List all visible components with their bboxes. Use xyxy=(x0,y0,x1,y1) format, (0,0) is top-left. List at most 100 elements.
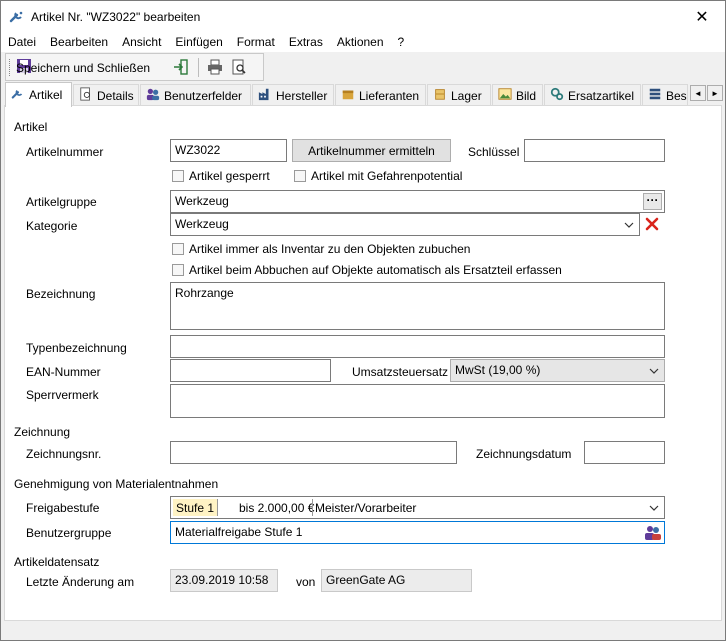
menu-ansicht[interactable]: Ansicht xyxy=(115,32,168,52)
section-zeichnung: Zeichnung xyxy=(14,425,71,439)
checkbox-ersatzteil[interactable]: Artikel beim Abbuchen auf Objekte automa… xyxy=(172,263,562,277)
users-icon xyxy=(146,87,160,104)
kategorie-dropdown[interactable]: Werkzeug xyxy=(170,213,640,236)
checkbox-box[interactable] xyxy=(172,264,184,276)
menu-help[interactable]: ? xyxy=(391,32,412,52)
benutzergruppe-input[interactable]: Materialfreigabe Stufe 1 xyxy=(170,521,665,544)
delete-kategorie-icon[interactable] xyxy=(645,217,659,231)
checkbox-gefahrenpotential[interactable]: Artikel mit Gefahrenpotential xyxy=(294,169,462,183)
zeichnungsdatum-value: . . xyxy=(609,459,625,463)
tab-lager-label: Lager xyxy=(451,88,482,103)
checkbox-artikel-gesperrt-label: Artikel gesperrt xyxy=(189,169,270,183)
label-bezeichnung: Bezeichnung xyxy=(26,287,96,301)
freigabestufe-dropdown[interactable]: Stufe 1 bis 2.000,00 € Meister/Vorarbeit… xyxy=(170,496,665,519)
printer-icon[interactable] xyxy=(206,58,224,76)
exit-door-icon[interactable] xyxy=(172,58,190,76)
toolbar: Speichern und Schließen xyxy=(5,53,264,81)
wrench-app-icon xyxy=(9,9,25,25)
umsatzsteuersatz-value: MwSt (19,00 %) xyxy=(455,363,541,377)
tab-details[interactable]: Details xyxy=(73,84,139,106)
menu-bearbeiten[interactable]: Bearbeiten xyxy=(43,32,115,52)
tab-benutzerfelder[interactable]: Benutzerfelder xyxy=(140,84,251,106)
factory-icon xyxy=(258,87,272,104)
checkbox-inventar-label: Artikel immer als Inventar zu den Objekt… xyxy=(189,242,471,256)
close-window-button[interactable]: ✕ xyxy=(679,1,725,32)
checkbox-box[interactable] xyxy=(172,170,184,182)
tab-bild[interactable]: Bild xyxy=(492,84,543,106)
checkbox-artikel-gesperrt[interactable]: Artikel gesperrt xyxy=(172,169,270,183)
checkbox-box[interactable] xyxy=(294,170,306,182)
tab-ersatzartikel[interactable]: Ersatzartikel xyxy=(544,84,641,106)
gears-icon xyxy=(550,87,564,104)
save-and-close-button[interactable]: Speichern und Schließen xyxy=(16,57,150,78)
tab-scroll-right-button[interactable]: ► xyxy=(707,85,723,101)
menu-aktionen[interactable]: Aktionen xyxy=(330,32,391,52)
title-bar: Artikel Nr. "WZ3022" bearbeiten ✕ xyxy=(1,1,725,32)
close-icon: ✕ xyxy=(695,8,709,26)
bezeichnung-textarea[interactable]: Rohrzange xyxy=(170,282,665,330)
umsatzsteuersatz-dropdown[interactable]: MwSt (19,00 %) xyxy=(450,359,665,382)
chevron-down-icon[interactable] xyxy=(644,497,664,518)
label-benutzergruppe: Benutzergruppe xyxy=(26,526,112,540)
label-zeichnungsnr: Zeichnungsnr. xyxy=(26,447,102,461)
label-letzte-aenderung: Letzte Änderung am xyxy=(26,575,135,589)
letzte-aenderung-field: 23.09.2019 10:58 xyxy=(170,569,278,592)
tab-lager[interactable]: Lager xyxy=(427,84,491,106)
tab-strip: Artikel Details Benutzerfelder Herstelle… xyxy=(1,82,725,107)
artikelgruppe-browse-button[interactable]: ··· xyxy=(643,193,662,210)
tab-lieferanten-label: Lieferanten xyxy=(359,88,420,103)
freigabestufe-rolle: Meister/Vorarbeiter xyxy=(315,501,417,515)
wrench-icon xyxy=(11,87,25,104)
stack-icon xyxy=(648,87,662,104)
tab-hersteller-label: Hersteller xyxy=(276,88,328,103)
artikelnummer-ermitteln-button[interactable]: Artikelnummer ermitteln xyxy=(292,139,451,162)
freigabestufe-betrag: bis 2.000,00 € xyxy=(239,501,315,515)
tab-details-label: Details xyxy=(97,88,134,103)
column-divider xyxy=(312,499,313,516)
tab-scroll-left-button[interactable]: ◄ xyxy=(690,85,706,101)
chevron-down-icon[interactable] xyxy=(644,360,664,381)
geaendert-von-field: GreenGate AG xyxy=(321,569,472,592)
tab-bild-label: Bild xyxy=(516,88,537,103)
article-edit-window: Artikel Nr. "WZ3022" bearbeiten ✕ Datei … xyxy=(0,0,726,641)
artikel-tab-panel: Artikel Artikelnummer WZ3022 Artikelnumm… xyxy=(4,105,722,621)
benutzergruppe-value: Materialfreigabe Stufe 1 xyxy=(175,525,303,539)
delivery-box-icon xyxy=(341,87,355,104)
menu-einfuegen[interactable]: Einfügen xyxy=(168,32,229,52)
label-freigabestufe: Freigabestufe xyxy=(26,501,100,515)
users-picker-icon[interactable] xyxy=(644,524,662,541)
checkbox-inventar[interactable]: Artikel immer als Inventar zu den Objekt… xyxy=(172,242,470,256)
tab-hersteller[interactable]: Hersteller xyxy=(252,84,334,106)
menu-datei[interactable]: Datei xyxy=(1,32,43,52)
label-von: von xyxy=(296,575,316,589)
label-typenbezeichnung: Typenbezeichnung xyxy=(26,341,127,355)
ean-input[interactable] xyxy=(170,359,331,382)
label-artikelnummer: Artikelnummer xyxy=(26,145,104,159)
calendar-icon[interactable]: 15 xyxy=(646,445,661,460)
schluessel-input[interactable] xyxy=(524,139,665,162)
menu-format[interactable]: Format xyxy=(230,32,282,52)
sperrvermerk-textarea[interactable] xyxy=(170,384,665,418)
toolbar-grip[interactable] xyxy=(9,59,11,76)
zeichnungsnr-input[interactable] xyxy=(170,441,457,464)
kategorie-value: Werkzeug xyxy=(175,217,229,231)
image-icon xyxy=(498,87,512,104)
section-artikeldatensatz: Artikeldatensatz xyxy=(14,555,100,569)
tab-lieferanten[interactable]: Lieferanten xyxy=(335,84,426,106)
print-preview-icon[interactable] xyxy=(230,58,248,76)
label-umsatzsteuersatz: Umsatzsteuersatz xyxy=(352,365,449,379)
tab-artikel[interactable]: Artikel xyxy=(5,82,72,107)
magnifier-document-icon xyxy=(79,87,93,104)
checkbox-box[interactable] xyxy=(172,243,184,255)
tab-benutzerfelder-label: Benutzerfelder xyxy=(164,88,243,103)
artikelnummer-input[interactable]: WZ3022 xyxy=(170,139,287,162)
artikelgruppe-input[interactable]: Werkzeug ··· xyxy=(170,190,665,213)
tab-artikel-label: Artikel xyxy=(29,88,63,102)
tab-bestand[interactable]: Bes xyxy=(642,84,688,106)
zeichnungsdatum-input[interactable]: . . 15 xyxy=(584,441,665,464)
chevron-down-icon[interactable] xyxy=(619,214,639,235)
bottom-bar xyxy=(1,622,725,640)
menu-extras[interactable]: Extras xyxy=(282,32,330,52)
typenbezeichnung-input[interactable] xyxy=(170,335,665,358)
checkbox-gefahrenpotential-label: Artikel mit Gefahrenpotential xyxy=(311,169,463,183)
